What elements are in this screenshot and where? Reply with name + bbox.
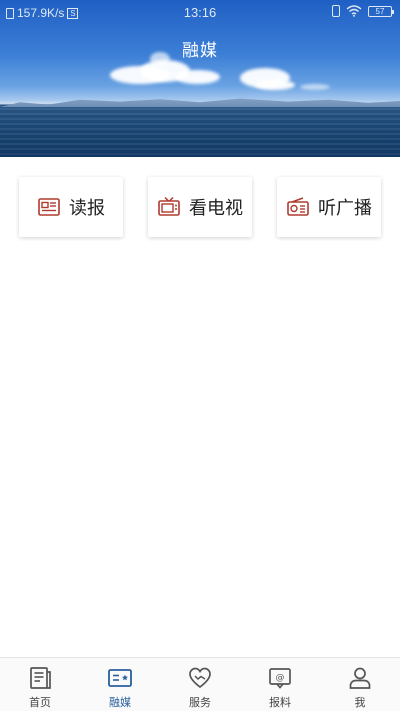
tab-home-label: 首页: [29, 697, 51, 709]
wifi-icon: [346, 5, 362, 17]
home-doc-icon: [30, 667, 51, 689]
bottom-tab-bar: 首页 融媒 服务 @ 报料 我: [0, 657, 400, 711]
tab-report[interactable]: @ 报料: [240, 658, 320, 711]
svg-text:@: @: [276, 673, 285, 683]
user-icon: [349, 667, 371, 689]
tab-report-label: 报料: [269, 697, 291, 709]
tab-service-label: 服务: [189, 697, 211, 709]
media-card-icon: [108, 669, 132, 687]
report-chat-icon: @: [269, 668, 291, 689]
newspaper-icon: [38, 198, 60, 216]
listen-radio-button[interactable]: 听广播: [277, 177, 381, 237]
battery-icon: 57: [368, 5, 394, 17]
tab-home[interactable]: 首页: [0, 658, 80, 711]
vibrate-icon: [332, 5, 340, 17]
page-title: 融媒: [182, 41, 218, 60]
tab-me[interactable]: 我: [320, 658, 400, 711]
heart-service-icon: [189, 667, 211, 689]
tab-media-label: 融媒: [109, 697, 131, 709]
status-bar: 157.9K/s S 13:16 57: [0, 0, 400, 26]
tab-media[interactable]: 融媒: [80, 658, 160, 711]
card-label-listen-radio: 听广播: [318, 198, 372, 218]
radio-icon: [287, 197, 309, 216]
card-label-watch-tv: 看电视: [189, 198, 243, 218]
tab-service[interactable]: 服务: [160, 658, 240, 711]
tab-me-label: 我: [354, 697, 366, 709]
read-newspaper-button[interactable]: 读报: [19, 177, 123, 237]
watch-tv-button[interactable]: 看电视: [148, 177, 252, 237]
card-label-read-newspaper: 读报: [69, 198, 105, 218]
tv-icon: [158, 196, 180, 216]
